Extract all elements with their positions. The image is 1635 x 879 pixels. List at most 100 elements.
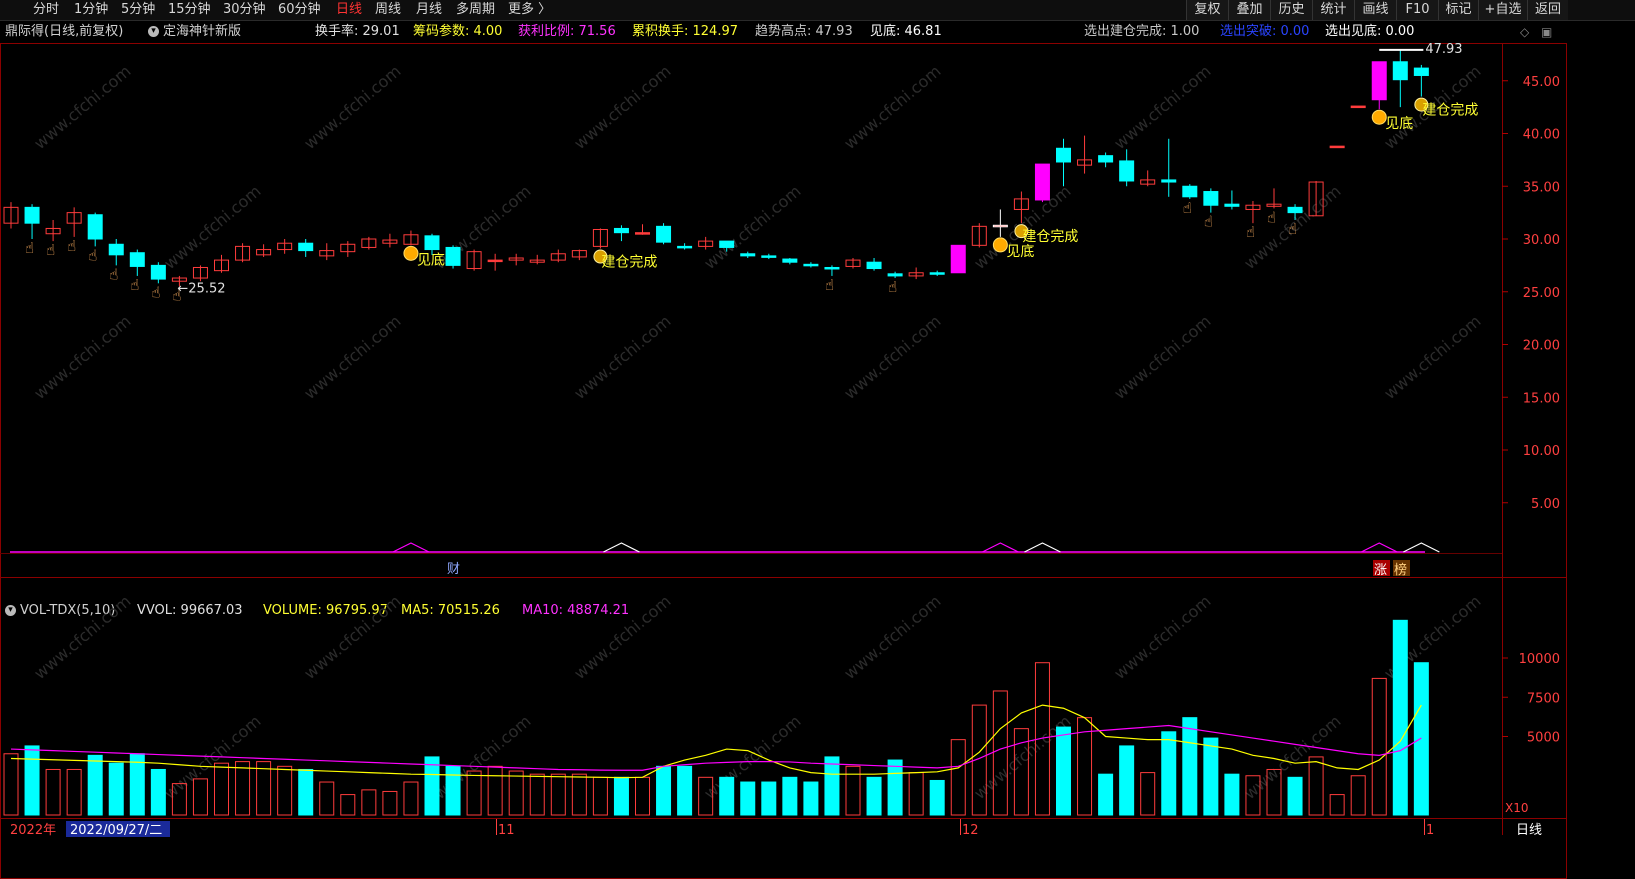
volume-bar [824, 756, 840, 816]
low-price-label: ←25.52 [177, 281, 225, 296]
candle-body [1182, 185, 1198, 198]
watermark-text: www.cfchi.com [30, 61, 134, 153]
indicator-peak [1403, 542, 1440, 553]
watermark-text: www.cfchi.com [840, 61, 944, 153]
volume-bar [382, 790, 398, 816]
tag-zhang-label: 涨 [1374, 563, 1387, 578]
volume-bar [1140, 772, 1156, 816]
volume-bar [782, 776, 798, 816]
hand-pointer-icon: ☝ [1288, 220, 1297, 238]
candle-body [1161, 179, 1177, 183]
bottom-signal-label: 见底 [1385, 116, 1413, 132]
candle-body [1203, 191, 1219, 206]
candle-body [635, 232, 650, 235]
watermark-text: www.cfchi.com [300, 311, 404, 403]
price-tick-label: 10.00 [1523, 444, 1560, 459]
volume-bar [1371, 677, 1387, 816]
watermark-text: www.cfchi.com [1110, 61, 1214, 153]
watermark-text: www.cfchi.com [160, 711, 264, 803]
watermark-text: www.cfchi.com [570, 61, 674, 153]
candle-body [929, 272, 945, 275]
candle-body [1413, 67, 1429, 76]
price-tick-label: 25.00 [1523, 286, 1560, 301]
chart-border [0, 43, 1567, 879]
candle-body [1371, 61, 1387, 101]
bottom-signal-icon [992, 237, 1008, 253]
bottom-signal-icon [1371, 109, 1387, 125]
candle-body [887, 273, 903, 277]
watermark-text: www.cfchi.com [30, 311, 134, 403]
price-axis: 45.00 40.00 35.00 30.00 25.00 20.00 15.00 10.00… [1502, 75, 1560, 512]
candle-body [950, 244, 966, 274]
volume-bar [214, 762, 229, 816]
volume-bar [298, 768, 314, 816]
indicator-peak [603, 542, 640, 553]
volume-tick-label: 10000 [1519, 652, 1560, 667]
volume-bar [1182, 717, 1198, 816]
build-signal-label: 建仓完成 [1022, 229, 1078, 245]
volume-bar [950, 739, 966, 816]
volume-bar [361, 789, 377, 816]
candle-body [1392, 61, 1408, 81]
indicator-line [10, 542, 1440, 553]
indicator-peak [392, 542, 430, 553]
volume-bar [719, 776, 735, 816]
hand-pointer-icon: ☝ [151, 283, 160, 301]
hand-pointer-icon: ☝ [1246, 223, 1255, 241]
volume-bar [550, 773, 566, 816]
bottom-signal-label: 见底 [417, 252, 445, 268]
volume-bar [445, 765, 461, 816]
volume-bar [1203, 737, 1219, 816]
candle-body [740, 253, 756, 257]
hand-pointer-icon: ☝ [67, 237, 76, 255]
volume-bar [1329, 794, 1345, 816]
volume-bar [24, 745, 40, 816]
month-label-1: 1 [1426, 823, 1434, 838]
volume-bar [1161, 731, 1177, 816]
month-label-11: 11 [498, 823, 515, 838]
watermark-text: www.cfchi.com [570, 591, 674, 683]
volume-tick-label: 5000 [1527, 731, 1560, 746]
volume-tick-label: 7500 [1527, 691, 1560, 706]
candle-body [150, 264, 166, 280]
volume-bar [992, 690, 1008, 816]
candle-body [824, 266, 840, 270]
watermark-text: www.cfchi.com [160, 181, 264, 273]
price-tick-label: 35.00 [1523, 180, 1560, 195]
volume-axis: 10000 7500 5000 X10 [1502, 652, 1560, 815]
watermark-text: www.cfchi.com [840, 311, 944, 403]
price-tick-label: 15.00 [1523, 391, 1560, 406]
candle-body [129, 252, 145, 267]
watermark-text: www.cfchi.com [570, 311, 674, 403]
volume-bar [1056, 726, 1071, 816]
month-label-12: 12 [962, 823, 979, 838]
hand-pointer-icon: ☝ [46, 241, 55, 259]
volume-bar [571, 773, 587, 816]
volume-bar [1308, 756, 1324, 816]
price-tick-label: 5.00 [1531, 497, 1560, 512]
candle-body [1287, 206, 1303, 214]
volume-bar [740, 781, 756, 816]
volume-bar [1287, 776, 1303, 816]
candle-body [1034, 163, 1050, 201]
volume-bar [677, 765, 693, 816]
candle-body [992, 224, 1008, 228]
volume-bar [108, 762, 124, 816]
volume-bar [908, 772, 924, 816]
volume-bar [87, 754, 103, 816]
volume-bar [487, 765, 503, 816]
period-label: 日线 [1516, 823, 1542, 838]
finance-mark: 财 [447, 562, 460, 577]
volume-bar [192, 778, 208, 816]
candle-body [656, 225, 672, 243]
price-tick-label: 45.00 [1523, 75, 1560, 90]
chart-labels: ←25.52 47.93 财 涨榜 2022年 2022/09/27/二 11 12 1 日线 [10, 42, 1542, 838]
candle-body [1224, 203, 1240, 207]
bottom-signal-icon [403, 245, 419, 261]
volume-scale-note: X10 [1505, 801, 1529, 815]
candle-body [866, 261, 882, 270]
volume-bar [635, 776, 650, 816]
volume-bar [256, 761, 272, 816]
kline-chart[interactable]: www.cfchi.com www.cfchi.com www.cfchi.com w… [0, 0, 1635, 879]
hand-pointer-icon: ☝ [1183, 199, 1192, 217]
